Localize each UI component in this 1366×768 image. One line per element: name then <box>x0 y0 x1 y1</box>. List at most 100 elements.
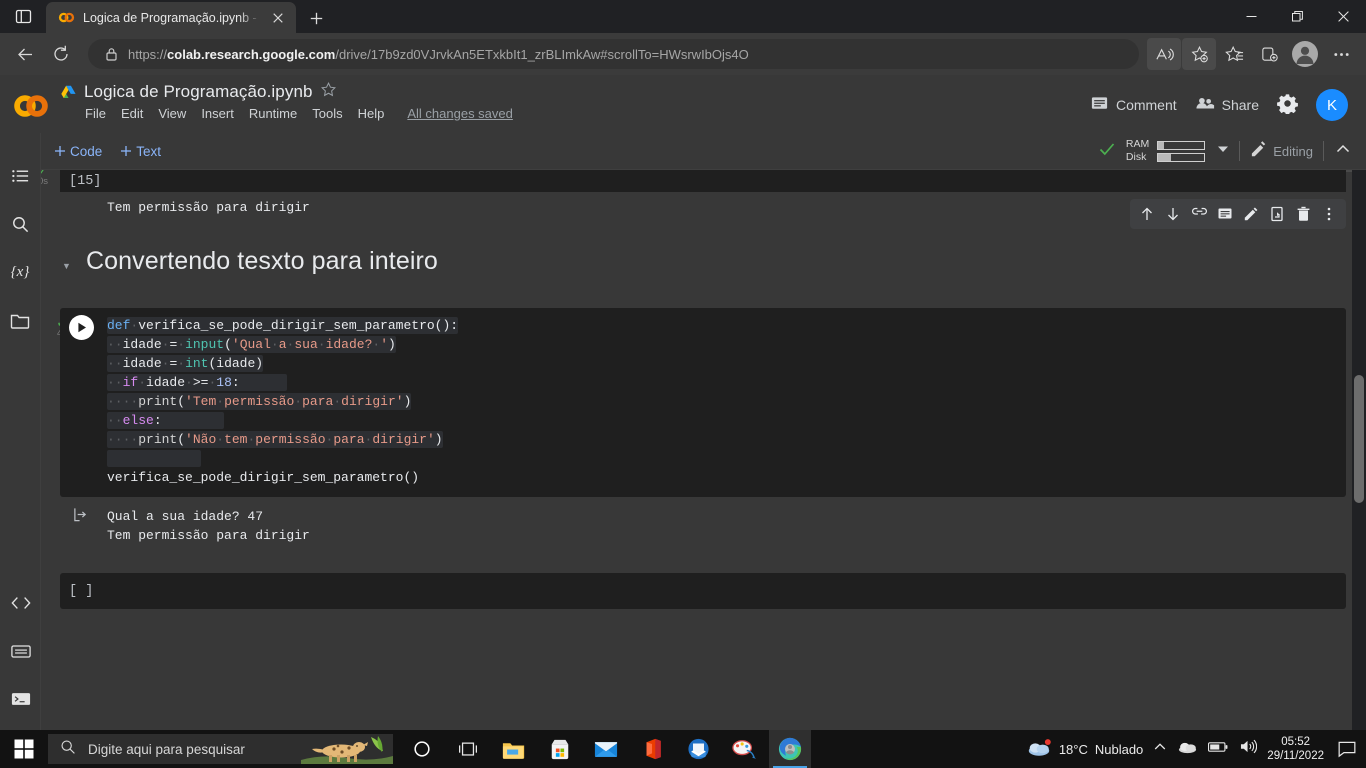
add-text-label: Text <box>136 143 162 159</box>
code-cell[interactable]: ✓ 4s def·verifica_se_pode_dirigir_sem_pa… <box>56 308 1346 497</box>
toolbar-divider <box>1323 141 1324 161</box>
battery-icon[interactable] <box>1208 740 1228 758</box>
temperature-label: 18°C <box>1058 741 1088 757</box>
weather-condition-label: Nublado <box>1094 741 1144 757</box>
table-of-contents-icon[interactable] <box>7 163 33 189</box>
edge-browser-icon[interactable] <box>769 730 811 768</box>
search-icon[interactable] <box>7 211 33 237</box>
notebook-scroll-area[interactable]: ✓ 0s [15] Tem permissão para dirigir <box>41 170 1366 730</box>
add-favorite-icon[interactable] <box>1182 38 1216 70</box>
volume-icon[interactable] <box>1239 739 1258 759</box>
add-code-cell-button[interactable]: Code <box>54 144 102 159</box>
code-line: ··idade·=·int(idade) <box>107 355 264 372</box>
weather-widget[interactable]: 18°C Nublado <box>1026 738 1143 761</box>
variables-icon[interactable]: {x} <box>7 259 33 285</box>
code-editor[interactable]: def·verifica_se_pode_dirigir_sem_paramet… <box>60 308 1346 497</box>
star-outline-icon[interactable] <box>320 81 337 103</box>
add-text-cell-button[interactable]: Text <box>120 144 161 159</box>
markdown-cell[interactable]: ▼ Convertendo tesxto para inteiro <box>60 199 1346 294</box>
menu-edit[interactable]: Edit <box>121 106 143 121</box>
browser-tab[interactable]: Logica de Programação.ipynb - C <box>46 2 296 33</box>
cortana-icon[interactable] <box>401 730 443 768</box>
minimize-icon[interactable] <box>1228 0 1274 33</box>
profile-avatar-icon[interactable] <box>1292 41 1318 67</box>
code-line: ··if·idade·>=·18: <box>107 373 1346 392</box>
code-line: ····print('Tem·permissão·para·dirigir') <box>107 393 412 410</box>
triangle-down-icon[interactable]: ▼ <box>62 261 71 271</box>
address-bar[interactable]: https://colab.research.google.com/drive/… <box>88 39 1139 69</box>
add-comment-icon[interactable] <box>1214 203 1236 225</box>
edit-icon[interactable] <box>1240 203 1262 225</box>
output-line: Tem permissão para dirigir <box>107 528 310 543</box>
share-button[interactable]: Share <box>1195 94 1259 116</box>
menu-help[interactable]: Help <box>358 106 385 121</box>
read-aloud-icon[interactable] <box>1147 38 1181 70</box>
move-cell-down-icon[interactable] <box>1162 203 1184 225</box>
file-explorer-icon[interactable] <box>493 730 535 768</box>
browser-toolbar: https://colab.research.google.com/drive/… <box>0 33 1366 75</box>
command-palette-icon[interactable] <box>8 638 34 664</box>
comment-button[interactable]: Comment <box>1090 94 1177 116</box>
settings-button[interactable] <box>1277 93 1298 117</box>
colab-left-rail: {x} <box>0 133 41 730</box>
link-to-cell-icon[interactable] <box>1188 203 1210 225</box>
files-folder-icon[interactable] <box>7 307 33 333</box>
menu-runtime[interactable]: Runtime <box>249 106 297 121</box>
office-icon[interactable] <box>631 730 673 768</box>
colab-logo-icon[interactable] <box>0 75 60 125</box>
mail-app-icon[interactable] <box>677 730 719 768</box>
save-status[interactable]: All changes saved <box>407 106 513 121</box>
resource-meter[interactable]: RAM Disk <box>1126 139 1229 163</box>
previous-code-cell[interactable]: ✓ 0s [15] <box>41 170 1346 192</box>
lock-icon[interactable] <box>100 43 122 65</box>
menu-tools[interactable]: Tools <box>312 106 342 121</box>
close-icon[interactable] <box>1320 0 1366 33</box>
new-tab-button[interactable] <box>300 3 332 33</box>
terminal-icon[interactable] <box>8 686 34 712</box>
gear-icon <box>1277 93 1298 117</box>
vertical-scrollbar[interactable] <box>1352 170 1366 730</box>
pencil-icon <box>1250 141 1267 161</box>
taskbar-search-box[interactable]: Digite aqui para pesquisar <box>48 734 393 764</box>
favorites-icon[interactable] <box>1217 38 1251 70</box>
task-view-icon[interactable] <box>447 730 489 768</box>
notebook-title-row: Logica de Programação.ipynb <box>60 81 513 103</box>
maximize-restore-icon[interactable] <box>1274 0 1320 33</box>
chevron-up-icon[interactable] <box>1334 140 1352 163</box>
collections-icon[interactable] <box>1252 38 1286 70</box>
output-arrow-icon <box>73 507 88 527</box>
menu-view[interactable]: View <box>158 106 186 121</box>
play-icon[interactable] <box>69 315 94 340</box>
code-snippets-icon[interactable] <box>8 590 34 616</box>
editing-mode-button[interactable]: Editing <box>1250 141 1313 161</box>
menu-file[interactable]: File <box>85 106 106 121</box>
colab-header-actions: Comment Share K <box>1090 75 1366 121</box>
empty-code-cell[interactable]: [ ] <box>60 573 1346 609</box>
move-cell-up-icon[interactable] <box>1136 203 1158 225</box>
delete-cell-icon[interactable] <box>1292 203 1314 225</box>
copy-cell-icon[interactable] <box>1266 203 1288 225</box>
clock[interactable]: 05:52 29/11/2022 <box>1267 735 1324 763</box>
microsoft-store-icon[interactable] <box>539 730 581 768</box>
scrollbar-thumb[interactable] <box>1354 375 1364 503</box>
onedrive-cloud-icon[interactable] <box>1178 740 1197 759</box>
mail-icon[interactable] <box>585 730 627 768</box>
chevron-up-icon[interactable] <box>1153 740 1167 759</box>
ram-meter-bar <box>1157 140 1206 150</box>
chevron-down-icon[interactable] <box>1217 142 1229 160</box>
clock-time: 05:52 <box>1281 736 1311 748</box>
more-options-icon[interactable] <box>1318 203 1340 225</box>
add-code-label: Code <box>70 143 103 159</box>
avatar[interactable]: K <box>1316 89 1348 121</box>
close-icon[interactable] <box>268 8 288 28</box>
menu-insert[interactable]: Insert <box>201 106 234 121</box>
back-arrow-icon[interactable] <box>8 38 42 70</box>
search-decoration-image <box>301 734 393 764</box>
reload-icon[interactable] <box>44 38 78 70</box>
windows-start-icon[interactable] <box>0 730 48 768</box>
action-center-icon[interactable] <box>1334 730 1360 768</box>
code-line: ··else: <box>107 411 1346 430</box>
paint-icon[interactable] <box>723 730 765 768</box>
tab-list-icon[interactable] <box>0 0 46 33</box>
settings-more-icon[interactable] <box>1324 38 1358 70</box>
